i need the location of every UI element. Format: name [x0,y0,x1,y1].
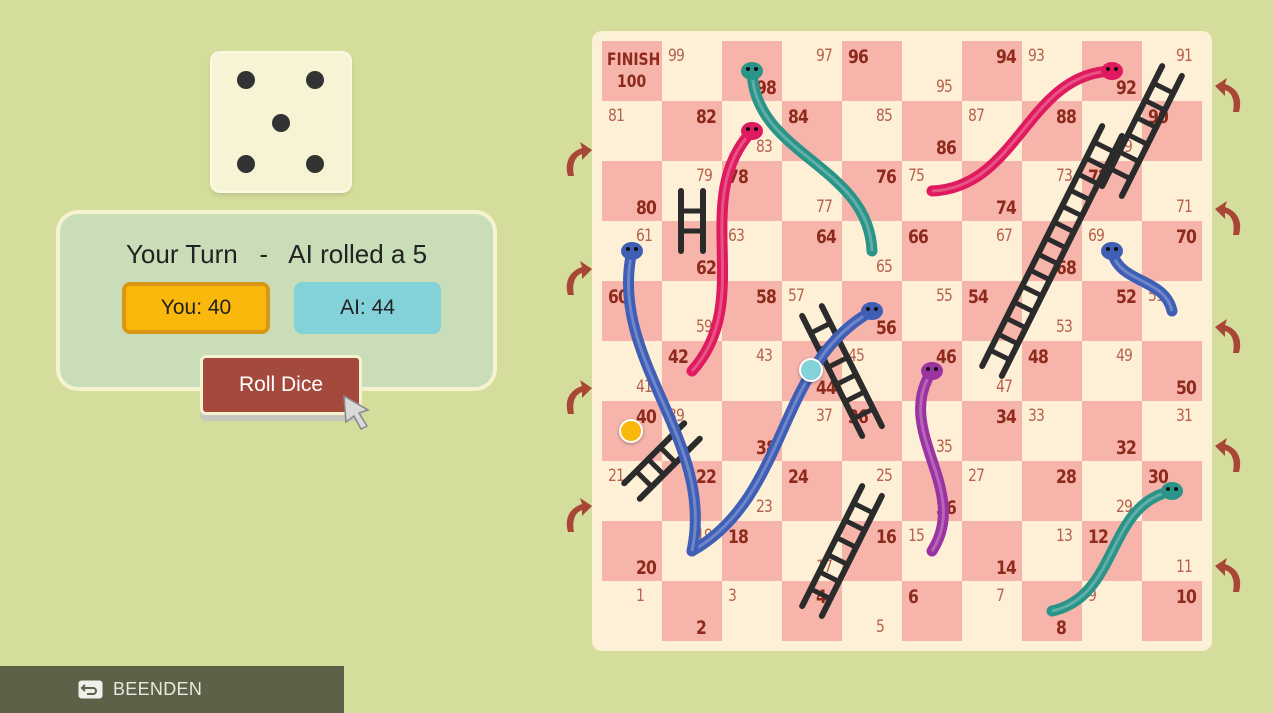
ladder [799,483,885,619]
board-overlay [621,62,1185,619]
direction-arrow-icon [1215,438,1241,472]
ladder [1099,63,1185,199]
direction-arrow-icon [1215,319,1241,353]
player-token [619,419,643,443]
snake [915,362,949,557]
snake [741,62,878,257]
ladder [678,188,706,254]
direction-arrow-icon [566,380,592,414]
direction-arrow-icon [1215,78,1241,112]
direction-arrow-icon [1215,558,1241,592]
snake [1046,482,1183,617]
ai-token [799,358,823,382]
ladder [979,123,1125,379]
snake [1101,242,1178,317]
direction-arrow-icon [566,261,592,295]
direction-arrow-icon [566,498,592,532]
direction-arrow-icon [1215,201,1241,235]
snake [621,242,701,557]
snake [926,62,1123,197]
direction-arrow-icon [566,142,592,176]
